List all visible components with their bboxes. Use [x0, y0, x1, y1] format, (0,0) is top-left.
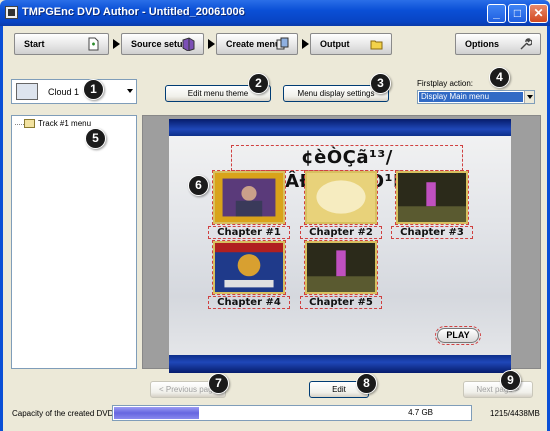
chevron-down-icon[interactable]	[524, 91, 534, 103]
firstplay-action-select[interactable]: Display Main menu	[417, 90, 535, 104]
callout-badge-3: 3	[370, 73, 391, 94]
chapter-thumbnail	[212, 240, 286, 295]
start-step-label: Start	[24, 39, 45, 49]
capacity-fill	[114, 407, 199, 419]
maximize-button[interactable]: □	[508, 4, 527, 23]
film-box-icon	[182, 37, 195, 51]
callout-badge-4: 4	[489, 67, 510, 88]
chapter-thumbnail	[212, 170, 286, 225]
window-frame-left	[0, 26, 3, 431]
callout-badge-5: 5	[85, 128, 106, 149]
title-bar: TMPGEnc DVD Author - Untitled_20061006 _…	[0, 0, 550, 26]
callout-badge-2: 2	[248, 73, 269, 94]
callout-badge-9: 9	[500, 370, 521, 391]
menu-top-band	[169, 119, 511, 136]
window-title: TMPGEnc DVD Author - Untitled_20061006	[22, 6, 245, 18]
next-page-button[interactable]: Next page >	[463, 381, 533, 398]
menu-canvas[interactable]: ¢èÒÇã¹³/₄ÂÐÃÒªÊÓ¹Ñ¡ Chapter #1 Chapter #…	[169, 119, 511, 373]
step-arrow-icon	[208, 39, 215, 49]
chapter-label: Chapter #3	[391, 226, 473, 239]
callout-badge-1: 1	[83, 79, 104, 100]
callout-badge-8: 8	[356, 373, 377, 394]
capacity-usage: 1215/4438MB	[490, 409, 540, 418]
chapter-label: Chapter #1	[208, 226, 290, 239]
create-menu-step-button[interactable]: Create menu	[216, 33, 298, 55]
menu-title[interactable]: ¢èÒÇã¹³/₄ÂÐÃÒªÊÓ¹Ñ¡	[231, 145, 463, 192]
document-icon	[88, 37, 99, 51]
menu-pages-icon	[276, 37, 289, 50]
chapter-thumbnail	[304, 240, 378, 295]
chapter-thumbnail	[304, 170, 378, 225]
capacity-label: Capacity of the created DVD:	[12, 409, 116, 418]
tree-item-label: Track #1 menu	[38, 119, 92, 128]
start-step-button[interactable]: Start	[14, 33, 109, 55]
chapter-thumbnail	[395, 170, 469, 225]
capacity-total: 4.7 GB	[408, 408, 433, 417]
callout-badge-6: 6	[188, 175, 209, 196]
theme-thumbnail-icon	[16, 83, 38, 100]
source-setup-step-label: Source setup	[131, 39, 189, 49]
output-step-label: Output	[320, 39, 350, 49]
firstplay-action-label: Firstplay action:	[417, 79, 474, 88]
chapter-label: Chapter #5	[300, 296, 382, 309]
wrench-icon	[520, 38, 532, 50]
options-button[interactable]: Options	[455, 33, 541, 55]
step-arrow-icon	[113, 39, 120, 49]
tree-item-track-1-menu[interactable]: Track #1 menu	[24, 119, 92, 129]
close-button[interactable]: ✕	[529, 4, 548, 23]
menu-bottom-band	[169, 355, 511, 373]
minimize-button[interactable]: _	[487, 4, 506, 23]
tree-connector	[15, 124, 24, 125]
chapter-label: Chapter #2	[300, 226, 382, 239]
output-step-button[interactable]: Output	[310, 33, 392, 55]
create-menu-step-label: Create menu	[226, 39, 281, 49]
app-icon[interactable]	[5, 6, 18, 19]
chapter-label: Chapter #4	[208, 296, 290, 309]
menu-page-icon	[24, 119, 35, 129]
step-arrow-icon	[302, 39, 309, 49]
callout-badge-7: 7	[208, 373, 229, 394]
capacity-meter: 4.7 GB	[112, 405, 472, 421]
menu-preview-panel: ¢èÒÇã¹³/₄ÂÐÃÒªÊÓ¹Ñ¡ Chapter #1 Chapter #…	[142, 115, 541, 373]
menu-theme-select[interactable]: Cloud 1	[11, 79, 137, 104]
step-navigation-bar: Start Source setup Create menu Output Op…	[8, 30, 542, 60]
menu-tree-panel: Track #1 menu	[11, 115, 137, 369]
source-setup-step-button[interactable]: Source setup	[121, 33, 204, 55]
folder-icon	[370, 40, 383, 50]
play-button[interactable]: PLAY	[435, 326, 481, 345]
chevron-down-icon	[127, 89, 133, 93]
menu-theme-value: Cloud 1	[48, 87, 80, 97]
firstplay-action-value: Display Main menu	[419, 92, 523, 102]
options-label: Options	[465, 39, 499, 49]
